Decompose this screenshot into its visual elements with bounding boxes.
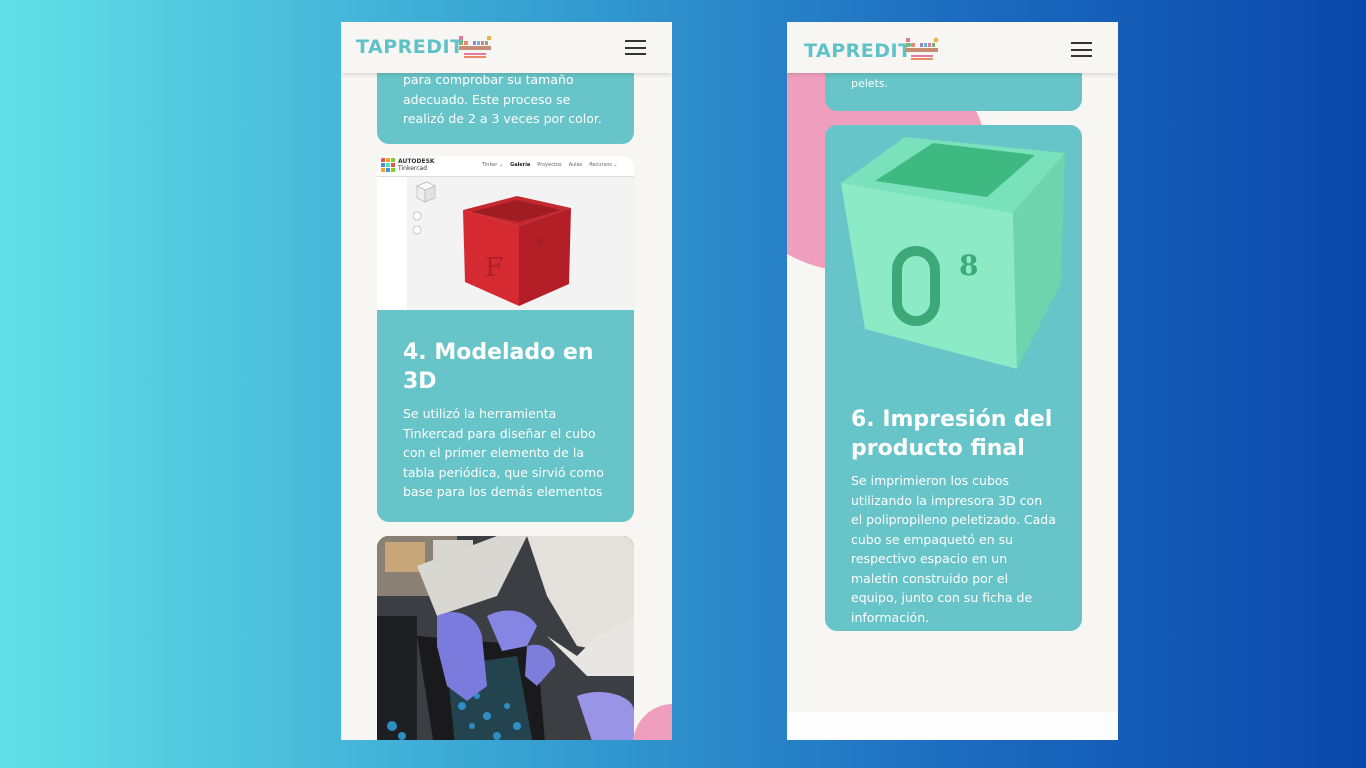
tinkercad-topbar: AUTODESK Tinkercad Tinker ⌄ Galería Proy… [377,156,634,177]
navbar: TAPREDIT [787,22,1118,73]
brand-logo-text[interactable]: TAPREDIT [356,36,464,58]
process-photo-card [377,536,634,740]
tinkercad-brand-line1: AUTODESK [398,158,435,165]
tinkercad-nav: Tinker ⌄ Galería Proyectos Aulas Recurso… [482,162,618,168]
hamburger-menu-icon[interactable] [1071,42,1092,57]
card-text: adecuado. Este proceso se realizó de 2 a… [403,91,602,127]
tinkercad-brand: AUTODESK Tinkercad [398,158,435,172]
navbar: TAPREDIT [341,22,672,73]
svg-text:F: F [485,253,503,283]
tinkercad-nav-item[interactable]: Recursos ⌄ [589,162,617,168]
red-cube-model: F 9 [463,196,571,306]
periodic-table-logo-icon [459,36,491,58]
tinkercad-nav-item[interactable]: Galería [510,162,530,168]
periodic-table-logo-icon [906,38,938,60]
tinkercad-logo-icon [381,158,395,172]
section-title: 6. Impresión del producto final [851,407,1053,461]
cube-small-digit: 8 [959,249,978,282]
section-title: 4. Modelado en 3D [403,340,594,394]
svg-text:9: 9 [537,238,543,249]
view-cube-icon[interactable] [413,180,437,236]
right-phone-view: TAPREDIT pelets. 8 6. Impresión del prod… [787,22,1118,712]
tinkercad-nav-item[interactable]: Aulas [569,162,583,168]
green-printed-cube: 8 [841,137,1065,369]
decorative-pink-circle [633,704,672,740]
section-text: Se imprimieron los cubos utilizando la i… [851,473,1056,625]
hamburger-menu-icon[interactable] [625,40,646,55]
gloved-hands-photo [377,536,634,740]
process-card-modelado-3d: AUTODESK Tinkercad Tinker ⌄ Galería Proy… [377,156,634,522]
left-phone-view: TAPREDIT para comprobar su tamaño adecua… [341,22,672,740]
tinkercad-brand-line2: Tinkercad [398,165,428,172]
tinkercad-nav-item[interactable]: Tinker ⌄ [482,162,503,168]
brand-logo-text[interactable]: TAPREDIT [804,40,912,62]
page-bottom-strip [787,712,1118,740]
section-text: Se utilizó la herramienta Tinkercad para… [403,406,604,499]
tinkercad-screenshot: AUTODESK Tinkercad Tinker ⌄ Galería Proy… [377,156,634,310]
tinkercad-sidebar [377,177,407,310]
process-card-impresion: 8 6. Impresión del producto final Se imp… [825,125,1082,631]
tinkercad-nav-item[interactable]: Proyectos [537,162,561,168]
